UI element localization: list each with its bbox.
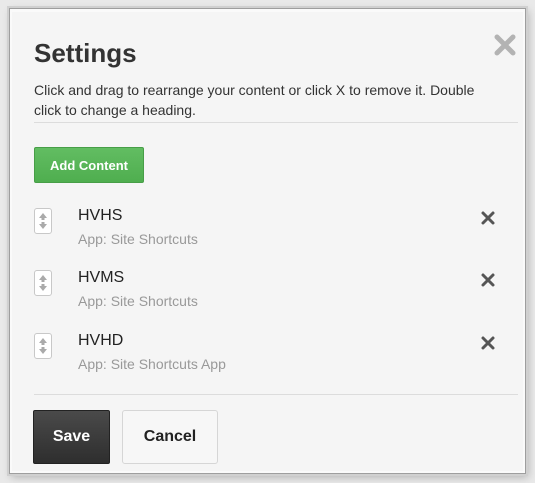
item-heading[interactable]: HVHD <box>78 332 123 350</box>
instructions-text: Click and drag to rearrange your content… <box>34 82 475 118</box>
dialog-title: Settings <box>34 38 137 68</box>
remove-icon[interactable] <box>479 209 497 227</box>
item-heading[interactable]: HVMS <box>78 269 124 287</box>
item-subtitle: App: Site Shortcuts <box>78 231 198 247</box>
close-icon[interactable] <box>490 30 520 60</box>
remove-icon[interactable] <box>479 271 497 289</box>
divider <box>34 122 518 123</box>
drag-handle-icon[interactable] <box>34 333 52 359</box>
settings-dialog: Settings Click and drag to rearrange you… <box>12 12 523 471</box>
item-heading[interactable]: HVHS <box>78 207 122 225</box>
drag-handle-icon[interactable] <box>34 270 52 296</box>
item-subtitle: App: Site Shortcuts App <box>78 356 226 372</box>
list-item[interactable]: HVHD App: Site Shortcuts App <box>34 332 514 382</box>
add-content-button[interactable]: Add Content <box>34 147 144 183</box>
drag-handle-icon[interactable] <box>34 208 52 234</box>
cancel-button[interactable]: Cancel <box>122 410 218 464</box>
divider <box>34 394 518 395</box>
save-button[interactable]: Save <box>33 410 110 464</box>
remove-icon[interactable] <box>479 334 497 352</box>
item-subtitle: App: Site Shortcuts <box>78 293 198 309</box>
list-item[interactable]: HVHS App: Site Shortcuts <box>34 207 514 257</box>
list-item[interactable]: HVMS App: Site Shortcuts <box>34 269 514 319</box>
